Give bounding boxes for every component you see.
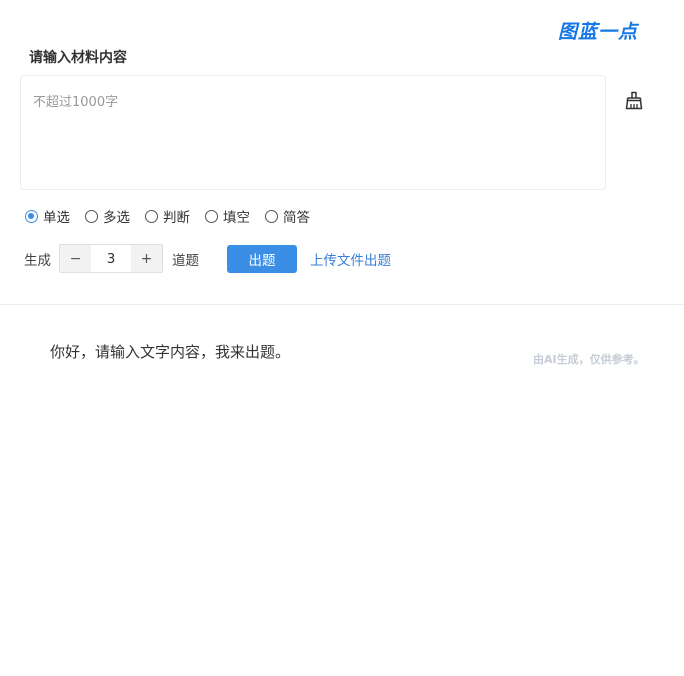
quantity-value[interactable]: 3: [91, 245, 131, 272]
material-input-box[interactable]: [20, 75, 606, 190]
generate-label: 生成: [24, 252, 51, 269]
radio-fill-blank[interactable]: 填空: [205, 206, 250, 226]
divider: [0, 304, 684, 305]
ai-disclaimer: 由AI生成，仅供参考。: [533, 353, 645, 366]
radio-circle[interactable]: [265, 209, 278, 223]
radio-single-choice[interactable]: 单选: [25, 206, 70, 226]
radio-circle[interactable]: [145, 209, 158, 223]
upload-file-link[interactable]: 上传文件出题: [310, 249, 391, 269]
radio-label: 简答: [283, 210, 310, 226]
radio-multiple-choice[interactable]: 多选: [85, 206, 130, 226]
radio-label: 填空: [223, 210, 250, 226]
question-type-group: 单选 多选 判断 填空 简答: [25, 206, 325, 226]
radio-short-answer[interactable]: 简答: [265, 206, 310, 226]
radio-circle[interactable]: [85, 209, 98, 223]
radio-label: 判断: [163, 210, 190, 226]
quantity-stepper[interactable]: − 3 +: [59, 244, 163, 273]
quantity-unit: 道题: [172, 252, 199, 269]
radio-label: 多选: [103, 210, 130, 226]
radio-true-false[interactable]: 判断: [145, 206, 190, 226]
radio-circle[interactable]: [25, 209, 38, 223]
generate-button[interactable]: 出题: [227, 244, 297, 273]
decrement-button[interactable]: −: [60, 245, 91, 272]
brand-logo: 图蓝一点: [558, 21, 639, 43]
radio-label: 单选: [43, 210, 70, 226]
radio-circle[interactable]: [205, 209, 218, 223]
increment-button[interactable]: +: [131, 245, 162, 272]
assistant-greeting: 你好，请输入文字内容，我来出题。: [50, 343, 291, 361]
material-input[interactable]: [21, 76, 605, 189]
clear-button[interactable]: [622, 88, 646, 112]
generate-row: 生成 − 3 + 道题 出题 上传文件出题: [24, 244, 391, 273]
material-title: 请输入材料内容: [29, 50, 127, 66]
broom-icon: [625, 91, 643, 109]
